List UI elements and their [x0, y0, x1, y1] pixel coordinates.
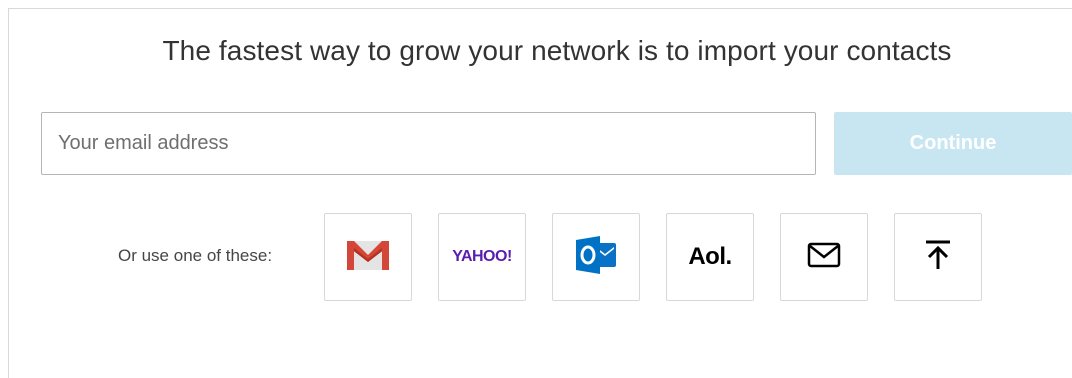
- upload-file-button[interactable]: [894, 213, 982, 301]
- alternatives-label: Or use one of these:: [118, 246, 273, 265]
- continue-button[interactable]: Continue: [834, 112, 1072, 175]
- yahoo-button[interactable]: YAHOO!: [438, 213, 526, 301]
- envelope-icon: [807, 242, 841, 273]
- email-field[interactable]: [41, 112, 816, 175]
- page-title: The fastest way to grow your network is …: [162, 35, 952, 66]
- upload-icon: [923, 239, 953, 276]
- outlook-icon: [574, 235, 618, 280]
- other-email-button[interactable]: [780, 213, 868, 301]
- gmail-button[interactable]: [324, 213, 412, 301]
- gmail-icon: [346, 238, 390, 277]
- aol-logo: Aol.: [688, 243, 732, 270]
- yahoo-logo: YAHOO!: [452, 248, 512, 265]
- outlook-button[interactable]: [552, 213, 640, 301]
- aol-button[interactable]: Aol.: [666, 213, 754, 301]
